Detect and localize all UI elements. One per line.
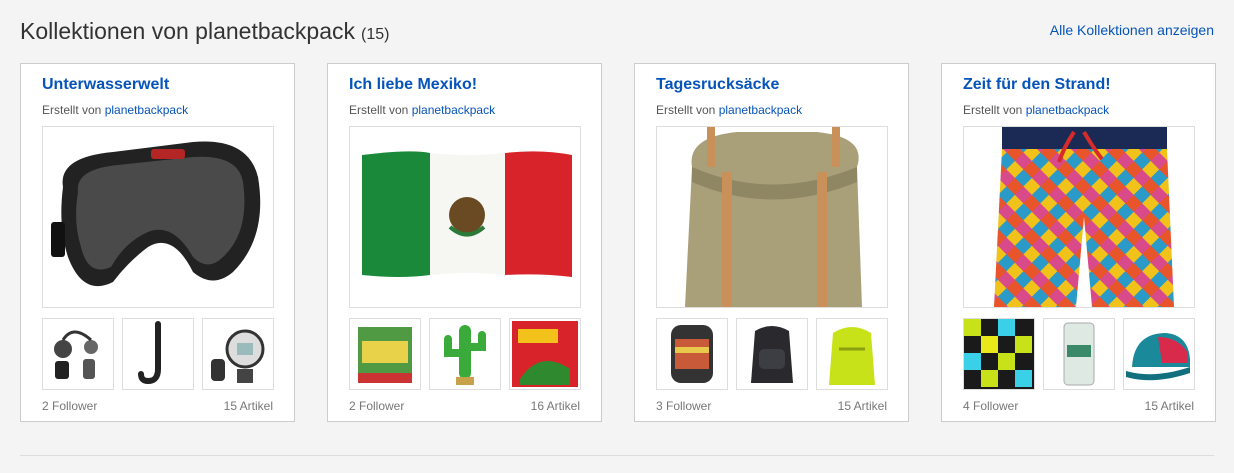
backpack-image (685, 127, 862, 307)
created-by: Erstellt von planetbackpack (963, 103, 1109, 117)
page-title: Kollektionen von planetbackpack (15) (20, 18, 389, 45)
collection-card-strand[interactable]: Zeit für den Strand! Erstellt von planet… (941, 63, 1216, 422)
created-by: Erstellt von planetbackpack (42, 103, 188, 117)
created-by-label: Erstellt von (42, 103, 102, 117)
patterned-backpack-image (671, 325, 713, 383)
collection-card-mexiko[interactable]: Ich liebe Mexiko! Erstellt von planetbac… (327, 63, 602, 422)
regulator-image (54, 330, 98, 379)
articles-count: 16 Artikel (530, 399, 580, 413)
created-by: Erstellt von planetbackpack (349, 103, 495, 117)
followers-count: 3 Follower (656, 399, 712, 413)
collection-thumb-2[interactable] (1043, 318, 1115, 390)
black-backpack-image (751, 326, 793, 383)
show-all-collections-link[interactable]: Alle Kollektionen anzeigen (1050, 22, 1214, 38)
collection-main-image[interactable] (349, 126, 581, 308)
created-by-label: Erstellt von (349, 103, 409, 117)
diving-mask-image (51, 141, 261, 287)
guidebook-image (358, 327, 412, 383)
collection-thumb-1[interactable] (42, 318, 114, 390)
collection-card-unterwasserwelt[interactable]: Unterwasserwelt Erstellt von planetbackp… (20, 63, 295, 422)
created-by-label: Erstellt von (656, 103, 716, 117)
author-link[interactable]: planetbackpack (412, 103, 495, 117)
bottom-divider (20, 455, 1214, 456)
page-title-text: Kollektionen von planetbackpack (20, 18, 356, 44)
collection-thumb-3[interactable] (816, 318, 888, 390)
collection-main-image[interactable] (963, 126, 1195, 308)
created-by: Erstellt von planetbackpack (656, 103, 802, 117)
collection-card-tagesrucksaecke[interactable]: Tagesrucksäcke Erstellt von planetbackpa… (634, 63, 909, 422)
collection-title[interactable]: Tagesrucksäcke (656, 76, 779, 94)
collection-title[interactable]: Unterwasserwelt (42, 76, 169, 94)
collection-main-image[interactable] (42, 126, 274, 308)
collection-thumb-1[interactable] (656, 318, 728, 390)
created-by-label: Erstellt von (963, 103, 1023, 117)
collection-thumb-1[interactable] (963, 318, 1035, 390)
cap-image (1126, 333, 1190, 381)
collection-thumb-3[interactable] (1123, 318, 1195, 390)
collection-thumb-3[interactable] (202, 318, 274, 390)
checkered-towel-image (964, 319, 1034, 389)
collections-header: Kollektionen von planetbackpack (15) Alle… (20, 18, 1214, 48)
mexico-book-image (512, 321, 578, 387)
snorkel-image (138, 321, 161, 385)
author-link[interactable]: planetbackpack (105, 103, 188, 117)
collection-thumb-2[interactable] (122, 318, 194, 390)
collection-title[interactable]: Ich liebe Mexiko! (349, 76, 477, 94)
board-shorts-image (994, 127, 1174, 307)
author-link[interactable]: planetbackpack (719, 103, 802, 117)
sunscreen-gel-image (1063, 322, 1095, 386)
collection-thumb-1[interactable] (349, 318, 421, 390)
followers-count: 4 Follower (963, 399, 1019, 413)
followers-count: 2 Follower (349, 399, 405, 413)
collection-thumb-3[interactable] (509, 318, 581, 390)
collection-main-image[interactable] (656, 126, 888, 308)
followers-count: 2 Follower (42, 399, 98, 413)
dive-computer-image (211, 329, 265, 383)
yellow-backpack-image (829, 327, 875, 385)
articles-count: 15 Artikel (223, 399, 273, 413)
cactus-image (444, 325, 486, 385)
articles-count: 15 Artikel (837, 399, 887, 413)
collection-thumb-2[interactable] (736, 318, 808, 390)
author-link[interactable]: planetbackpack (1026, 103, 1109, 117)
collection-thumb-2[interactable] (429, 318, 501, 390)
collection-count: (15) (361, 26, 390, 43)
mexico-flag-image (362, 151, 572, 277)
articles-count: 15 Artikel (1144, 399, 1194, 413)
collection-title[interactable]: Zeit für den Strand! (963, 76, 1111, 94)
